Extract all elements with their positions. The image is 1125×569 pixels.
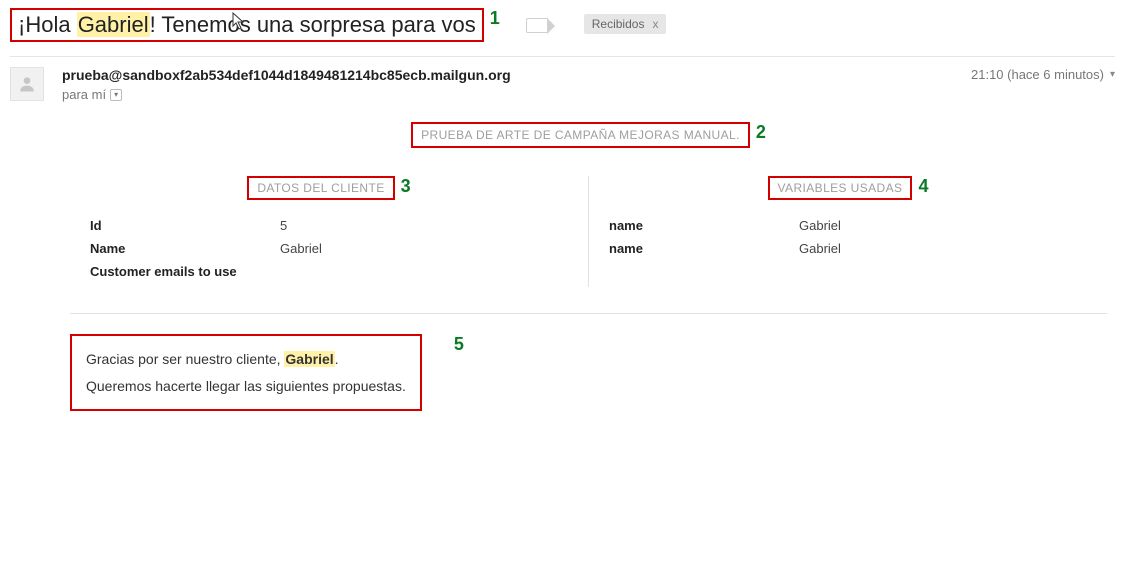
campaign-title: PRUEBA DE ARTE DE CAMPAÑA MEJORAS MANUAL… [411, 122, 750, 148]
var-val: Gabriel [799, 241, 841, 256]
msg-line1-name: Gabriel [284, 351, 334, 367]
msg-line1-a: Gracias por ser nuestro cliente, [86, 351, 284, 367]
recipient-details-dropdown[interactable]: ▾ [110, 89, 122, 101]
var-row: name Gabriel [609, 218, 1087, 233]
msg-line2: Queremos hacerte llegar las siguientes p… [86, 373, 406, 400]
variables-column: VARIABLES USADAS 4 name Gabriel name Gab… [588, 176, 1107, 287]
annotation-1: 1 [490, 8, 500, 29]
email-body-text: Gracias por ser nuestro cliente, Gabriel… [70, 334, 422, 411]
annotation-2: 2 [756, 122, 766, 143]
label-name: Recibidos [592, 17, 645, 31]
var-row: name Gabriel [609, 241, 1087, 256]
subject-highlight: Gabriel [77, 12, 150, 37]
divider [10, 56, 1115, 57]
client-data-column: DATOS DEL CLIENTE 3 Id 5 Name Gabriel Cu… [70, 176, 588, 287]
to-line-text: para mí [62, 87, 106, 102]
client-val: Gabriel [280, 241, 322, 256]
var-key: name [609, 218, 799, 233]
person-icon [17, 74, 37, 94]
subject-prefix: ¡Hola [18, 12, 77, 37]
section-header-vars: VARIABLES USADAS [768, 176, 913, 200]
annotation-5: 5 [454, 334, 464, 355]
email-subject: ¡Hola Gabriel! Tenemos una sorpresa para… [10, 8, 484, 42]
client-row: Id 5 [90, 218, 568, 233]
subject-suffix: ! Tenemos una sorpresa para vos [150, 12, 476, 37]
label-remove-icon[interactable]: x [652, 17, 658, 31]
client-row: Customer emails to use [90, 264, 568, 279]
label-chip[interactable]: Recibidos x [584, 14, 667, 34]
annotation-4: 4 [918, 176, 928, 197]
client-val: 5 [280, 218, 287, 233]
section-header-client: DATOS DEL CLIENTE [247, 176, 394, 200]
email-time: 21:10 (hace 6 minutos) [971, 67, 1104, 82]
annotation-3: 3 [401, 176, 411, 197]
client-row: Name Gabriel [90, 241, 568, 256]
from-address[interactable]: prueba@sandboxf2ab534def1044d1849481214b… [62, 67, 971, 83]
var-key: name [609, 241, 799, 256]
client-key: Customer emails to use [90, 264, 280, 279]
label-tag-icon[interactable] [526, 18, 548, 33]
msg-line1-c: . [335, 351, 339, 367]
client-key: Id [90, 218, 280, 233]
more-actions-dropdown[interactable]: ▾ [1110, 69, 1115, 80]
sender-avatar[interactable] [10, 67, 44, 101]
var-val: Gabriel [799, 218, 841, 233]
client-key: Name [90, 241, 280, 256]
body-divider [70, 313, 1107, 314]
